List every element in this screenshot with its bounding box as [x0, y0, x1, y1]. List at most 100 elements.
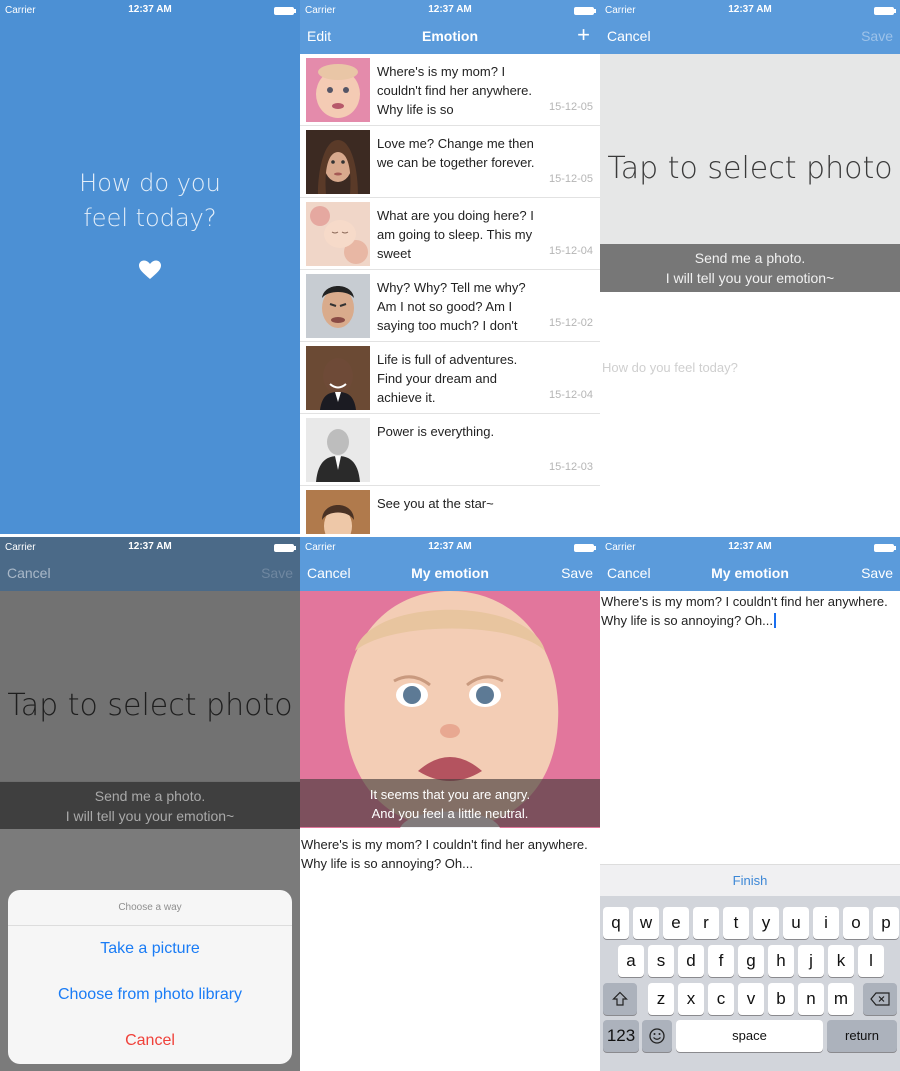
key-v[interactable]: v: [738, 983, 764, 1015]
nav-title: My emotion: [711, 565, 789, 581]
key-u[interactable]: u: [783, 907, 809, 939]
key-q[interactable]: q: [603, 907, 629, 939]
finish-button[interactable]: Finish: [600, 864, 900, 896]
list-item-text: See you at the star~: [377, 496, 494, 511]
list-item[interactable]: See you at the star~ 15-12-01: [300, 486, 600, 534]
clock-label: 12:37 AM: [128, 4, 172, 15]
emotion-text[interactable]: Where's is my mom? I couldn't find her a…: [301, 835, 597, 873]
nav-title: Emotion: [422, 28, 478, 44]
cancel-button[interactable]: Cancel: [607, 28, 651, 44]
list-item[interactable]: Why? Why? Tell me why? Am I not so good?…: [300, 270, 600, 342]
emoji-icon[interactable]: [642, 1020, 672, 1052]
clock-label: 12:37 AM: [728, 4, 772, 15]
key-g[interactable]: g: [738, 945, 764, 977]
list-item[interactable]: Power is everything. 15-12-03: [300, 414, 600, 486]
list-item-date: 15-12-05: [548, 101, 593, 113]
result-line-1: It seems that you are angry.: [369, 787, 531, 802]
photo-picker[interactable]: Tap to select photo Send me a photo. I w…: [600, 54, 900, 292]
key-a[interactable]: a: [618, 945, 644, 977]
status-bar: Carrier 12:37 AM: [600, 0, 900, 20]
emotion-result-banner: It seems that you are angry. And you fee…: [300, 779, 600, 827]
navigation-bar: Carrier 12:37 AM Cancel My emotion Save: [300, 537, 600, 591]
key-o[interactable]: o: [843, 907, 869, 939]
key-t[interactable]: t: [723, 907, 749, 939]
key-d[interactable]: d: [678, 945, 704, 977]
tap-to-select-label: Tap to select photo: [607, 151, 893, 186]
key-c[interactable]: c: [708, 983, 734, 1015]
heart-icon[interactable]: [138, 258, 162, 282]
key-l[interactable]: l: [858, 945, 884, 977]
key-123[interactable]: 123: [603, 1020, 639, 1052]
new-emotion-screen: Carrier 12:37 AM Cancel Save Tap to sele…: [600, 0, 900, 534]
list-item[interactable]: Where's is my mom? I couldn't find her a…: [300, 54, 600, 126]
key-h[interactable]: h: [768, 945, 794, 977]
tap-to-select-label: Tap to select photo: [7, 688, 293, 723]
list-item-text: Life is full of adventures. Find your dr…: [377, 352, 518, 405]
status-bar: Carrier 12:37 AM: [0, 0, 300, 20]
add-button[interactable]: +: [577, 24, 590, 46]
list-item[interactable]: Love me? Change me then we can be togeth…: [300, 126, 600, 198]
welcome-line-2: feel today?: [83, 204, 217, 232]
photo-picker[interactable]: Tap to select photo Send me a photo. I w…: [0, 591, 300, 830]
key-y[interactable]: y: [753, 907, 779, 939]
save-button[interactable]: Save: [861, 28, 893, 44]
status-bar: Carrier 12:37 AM: [0, 537, 300, 557]
key-p[interactable]: p: [873, 907, 899, 939]
action-sheet: Choose a way Take a picture Choose from …: [8, 890, 292, 1064]
clock-label: 12:37 AM: [128, 541, 172, 552]
clock-label: 12:37 AM: [728, 541, 772, 552]
edit-emotion-screen: Carrier 12:37 AM Cancel My emotion Save …: [600, 537, 900, 1071]
welcome-prompt: How do you feel today?: [0, 166, 300, 236]
space-key[interactable]: space: [676, 1020, 823, 1052]
save-button[interactable]: Save: [561, 565, 593, 581]
emotion-list-screen: Carrier 12:37 AM Edit Emotion + Where's …: [300, 0, 600, 534]
banner-line-2: I will tell you your emotion~: [665, 270, 835, 286]
key-m[interactable]: m: [828, 983, 854, 1015]
battery-icon: [574, 7, 596, 15]
photo-library-button[interactable]: Choose from photo library: [8, 972, 292, 1018]
key-x[interactable]: x: [678, 983, 704, 1015]
battery-icon: [874, 544, 896, 552]
return-key[interactable]: return: [827, 1020, 897, 1052]
feeling-input[interactable]: How do you feel today?: [602, 360, 738, 375]
key-n[interactable]: n: [798, 983, 824, 1015]
key-e[interactable]: e: [663, 907, 689, 939]
text-cursor: [773, 613, 776, 628]
cancel-button[interactable]: Cancel: [7, 565, 51, 581]
key-z[interactable]: z: [648, 983, 674, 1015]
battery-icon: [574, 544, 596, 552]
key-k[interactable]: k: [828, 945, 854, 977]
list-item[interactable]: Life is full of adventures. Find your dr…: [300, 342, 600, 414]
battery-icon: [274, 544, 296, 552]
emotion-list: Where's is my mom? I couldn't find her a…: [300, 54, 600, 534]
key-b[interactable]: b: [768, 983, 794, 1015]
instruction-banner: Send me a photo. I will tell you your em…: [0, 782, 300, 830]
welcome-line-1: How do you: [79, 169, 221, 197]
key-j[interactable]: j: [798, 945, 824, 977]
status-bar: Carrier 12:37 AM: [300, 0, 600, 20]
list-item-text: Where's is my mom? I couldn't find her a…: [377, 64, 532, 117]
list-item-text: What are you doing here? I am going to s…: [377, 208, 534, 261]
status-bar: Carrier 12:37 AM: [600, 537, 900, 557]
key-r[interactable]: r: [693, 907, 719, 939]
key-s[interactable]: s: [648, 945, 674, 977]
key-f[interactable]: f: [708, 945, 734, 977]
choose-photo-screen: Carrier 12:37 AM Cancel Save Tap to sele…: [0, 537, 300, 1071]
nav-title: My emotion: [411, 565, 489, 581]
take-picture-button[interactable]: Take a picture: [8, 926, 292, 972]
clock-label: 12:37 AM: [428, 541, 472, 552]
key-w[interactable]: w: [633, 907, 659, 939]
banner-line-1: Send me a photo.: [694, 250, 806, 266]
key-i[interactable]: i: [813, 907, 839, 939]
sheet-cancel-button[interactable]: Cancel: [8, 1018, 292, 1064]
list-item-date: 15-12-03: [548, 461, 593, 473]
list-item[interactable]: What are you doing here? I am going to s…: [300, 198, 600, 270]
list-item-text: Love me? Change me then we can be togeth…: [377, 136, 535, 170]
save-button[interactable]: Save: [261, 565, 293, 581]
smiling-man-thumbnail: [306, 346, 370, 410]
emotion-text-editor[interactable]: Where's is my mom? I couldn't find her a…: [601, 592, 897, 630]
man-thumbnail: [306, 274, 370, 338]
save-button[interactable]: Save: [861, 565, 893, 581]
shift-icon[interactable]: [603, 983, 637, 1015]
backspace-icon[interactable]: [863, 983, 897, 1015]
